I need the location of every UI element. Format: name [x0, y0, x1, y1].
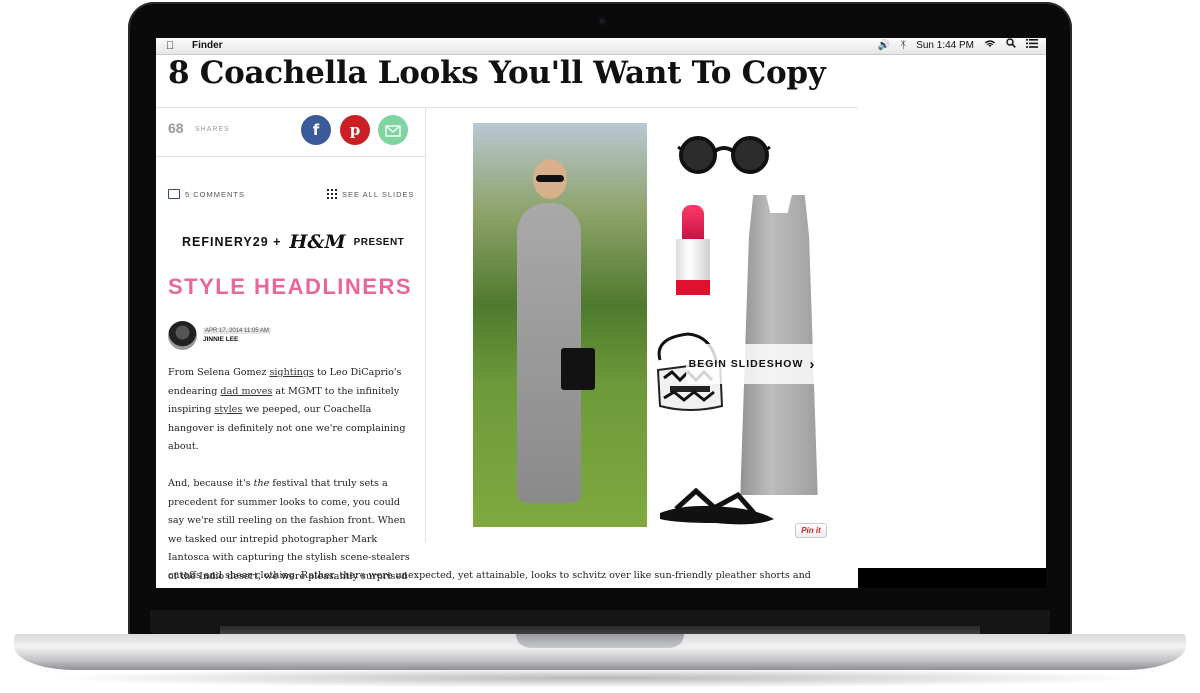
- pinterest-icon: p: [349, 121, 361, 139]
- spotlight-search-icon[interactable]: [1006, 38, 1016, 54]
- see-all-label: SEE ALL SLIDES: [342, 189, 415, 199]
- comment-icon: [168, 189, 180, 199]
- shares-label: SHARES: [195, 126, 230, 133]
- author-name[interactable]: JINNIE LEE: [203, 336, 238, 343]
- menubar-status: 🔊 ᛡ Sun 1:44 PM: [878, 38, 1038, 54]
- divider: [156, 107, 858, 108]
- lipstick-band: [676, 280, 710, 295]
- laptop-shadow: [40, 668, 1160, 688]
- grid-icon: [327, 189, 337, 199]
- comments-link[interactable]: 5 COMMENTS: [168, 189, 245, 199]
- email-share-button[interactable]: [378, 115, 408, 145]
- slideshow-photo[interactable]: [473, 123, 647, 527]
- pinterest-share-button[interactable]: p: [340, 115, 370, 145]
- sunglasses-image: [677, 136, 771, 174]
- wifi-icon[interactable]: [984, 38, 996, 54]
- link-styles[interactable]: styles: [214, 404, 242, 415]
- paragraph-2-continued: cutoffs and sheer clothing. Rather, ther…: [168, 570, 811, 581]
- notification-list-icon[interactable]: [1026, 38, 1038, 54]
- facebook-icon: f: [312, 121, 320, 139]
- camera-icon: [598, 17, 606, 25]
- sponsor-banner[interactable]: REFINERY29 + H&M PRESENT: [182, 231, 404, 253]
- lipstick-image: [682, 205, 704, 239]
- shares-count: 68: [168, 120, 184, 136]
- paragraph-1: From Selena Gomez sightings to Leo DiCap…: [168, 367, 406, 452]
- facebook-share-button[interactable]: f: [301, 115, 331, 145]
- begin-slideshow-button[interactable]: BEGIN SLIDESHOW ›: [686, 344, 818, 384]
- photo-bag: [561, 348, 595, 390]
- article-headline: 8 Coachella Looks You'll Want To Copy: [168, 55, 826, 91]
- present-label: PRESENT: [353, 236, 405, 248]
- screen:  Finder 🔊 ᛡ Sun 1:44 PM 8 Coachella Loo…: [156, 38, 1046, 588]
- comments-label: 5 COMMENTS: [185, 189, 246, 199]
- bluetooth-icon[interactable]: ᛡ: [900, 38, 906, 54]
- link-dad-moves[interactable]: dad moves: [220, 386, 272, 397]
- mac-menubar:  Finder 🔊 ᛡ Sun 1:44 PM: [156, 38, 1046, 55]
- sandals-image: [660, 487, 774, 525]
- apple-icon[interactable]: : [166, 38, 174, 54]
- begin-slideshow-label: BEGIN SLIDESHOW: [688, 358, 804, 370]
- see-all-slides-link[interactable]: SEE ALL SLIDES: [327, 189, 415, 199]
- avatar[interactable]: [168, 321, 197, 350]
- author-date: APR 17, 2014 11:05 AM: [203, 328, 271, 334]
- link-sightings[interactable]: sightings: [269, 367, 313, 378]
- screen-bottom-edge: [858, 568, 1046, 588]
- browser-blank-area: [858, 55, 1046, 588]
- finder-menu[interactable]: Finder: [192, 38, 223, 54]
- article-body: From Selena Gomez sightings to Leo DiCap…: [168, 364, 418, 588]
- mail-icon: [385, 122, 401, 138]
- pin-it-button[interactable]: Pin it: [795, 523, 827, 538]
- column-divider: [425, 108, 426, 542]
- refinery29-logo: REFINERY29 +: [182, 235, 282, 249]
- laptop-notch: [516, 634, 684, 648]
- style-headliners-logo[interactable]: STYLE HEADLINERS: [168, 274, 412, 300]
- divider: [156, 156, 425, 157]
- chevron-right-icon: ›: [809, 355, 816, 373]
- article-page: 8 Coachella Looks You'll Want To Copy 68…: [156, 55, 858, 588]
- clock[interactable]: Sun 1:44 PM: [916, 38, 974, 54]
- photo-sunglasses: [536, 175, 564, 182]
- volume-icon[interactable]: 🔊: [878, 38, 890, 54]
- hm-logo: H&M: [289, 231, 346, 253]
